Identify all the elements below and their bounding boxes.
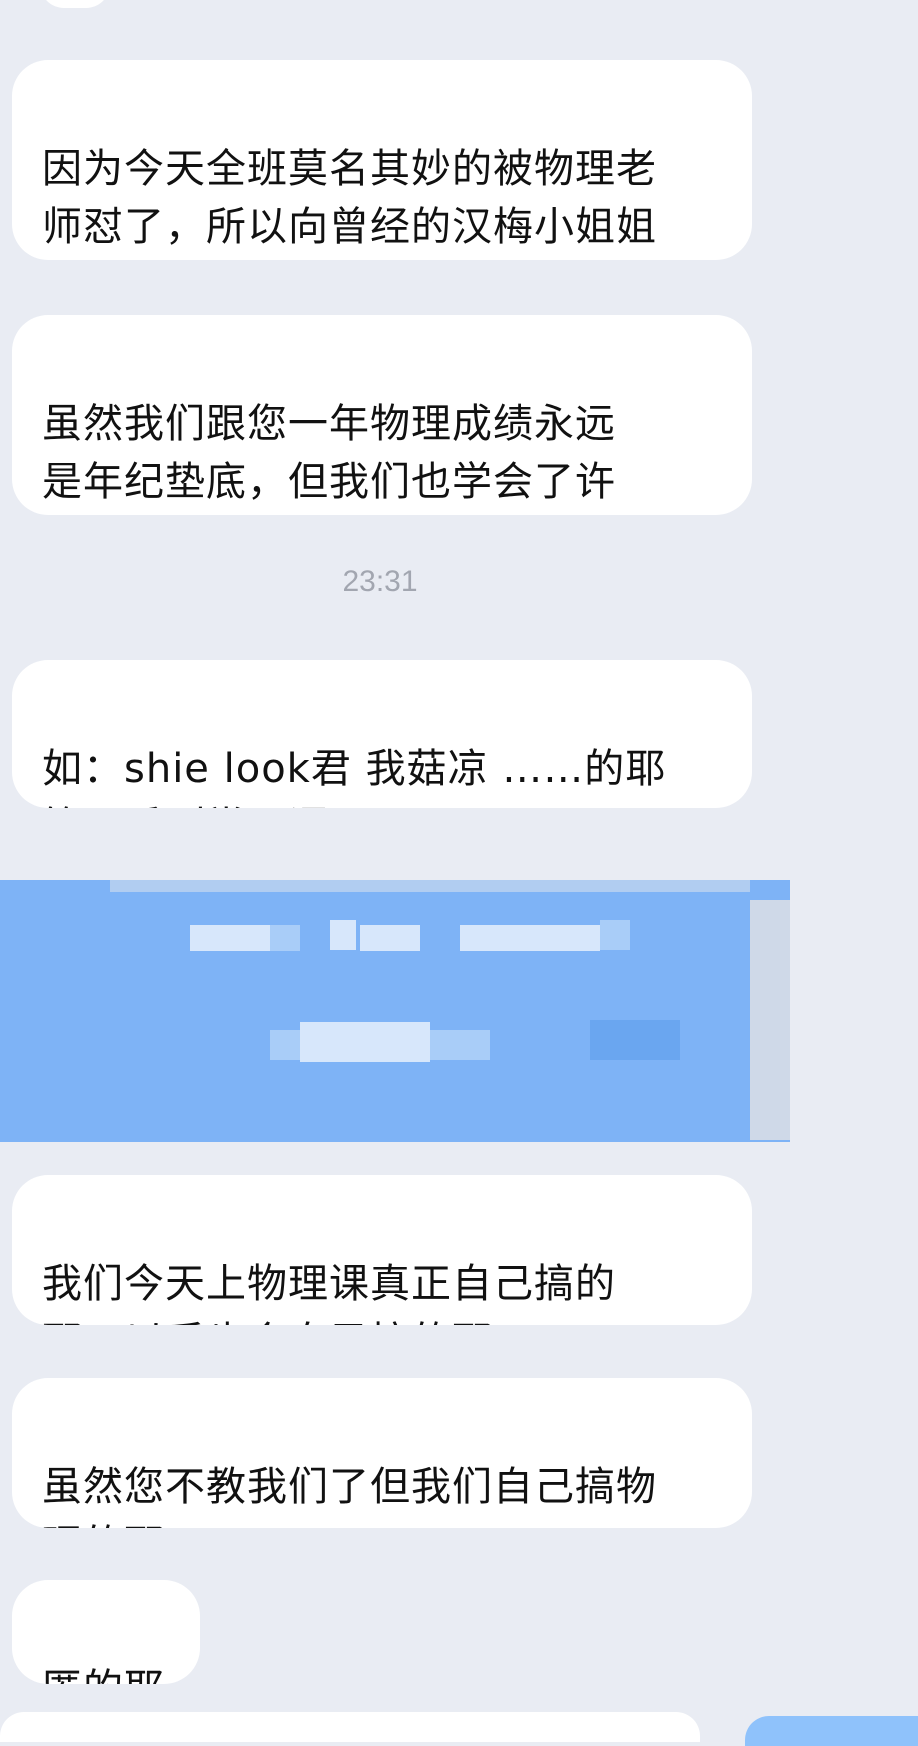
redacted-image-message[interactable] — [0, 880, 790, 1142]
redaction-block — [590, 1020, 680, 1060]
message-bubble[interactable]: 虽然您不教我们了但我们自己搞物 理的耶 — [12, 1378, 752, 1528]
redaction-block — [460, 925, 600, 951]
chat-conversation: 因为今天全班莫名其妙的被物理老 师怼了，所以向曾经的汉梅小姐姐 表达自己的怀念 … — [0, 0, 918, 1746]
redaction-block — [270, 1030, 300, 1060]
redaction-block — [270, 925, 300, 951]
redaction-edge — [110, 880, 750, 892]
message-bubble[interactable]: 如：shie look君 我菇凉 ……的耶 等一系列常用语 — [12, 660, 752, 808]
message-text: 因为今天全班莫名其妙的被物理老 师怼了，所以向曾经的汉梅小姐姐 表达自己的怀念 — [42, 146, 657, 250]
message-bubble[interactable]: 匿的耶 — [12, 1580, 200, 1684]
message-bubble-cropped[interactable] — [0, 1712, 700, 1742]
message-text: 虽然您不教我们了但我们自己搞物 理的耶 — [42, 1464, 657, 1528]
redaction-block — [330, 920, 356, 950]
message-bubble[interactable]: 因为今天全班莫名其妙的被物理老 师怼了，所以向曾经的汉梅小姐姐 表达自己的怀念 — [12, 60, 752, 260]
redaction-block — [600, 920, 630, 950]
redaction-block — [300, 1022, 430, 1062]
message-bubble[interactable]: 我们今天上物理课真正自己搞的 耶。以后也会自己搞的耶 — [12, 1175, 752, 1325]
message-bubble-cropped[interactable] — [745, 1716, 918, 1746]
redaction-block — [190, 925, 270, 951]
message-text: 我们今天上物理课真正自己搞的 耶。以后也会自己搞的耶 — [42, 1261, 616, 1325]
message-text: 如：shie look君 我菇凉 ……的耶 等一系列常用语 — [42, 746, 667, 808]
redaction-edge — [750, 900, 790, 1140]
redaction-block — [430, 1030, 490, 1060]
message-timestamp: 23:31 — [342, 565, 418, 598]
message-bubble-cropped[interactable] — [40, 0, 110, 8]
redaction-block — [360, 925, 420, 951]
message-text: 匿的耶 — [42, 1666, 165, 1684]
message-bubble[interactable]: 虽然我们跟您一年物理成绩永远 是年纪垫底，但我们也学会了许 多‘汉语’ — [12, 315, 752, 515]
message-text: 虽然我们跟您一年物理成绩永远 是年纪垫底，但我们也学会了许 多‘汉语’ — [42, 401, 616, 505]
